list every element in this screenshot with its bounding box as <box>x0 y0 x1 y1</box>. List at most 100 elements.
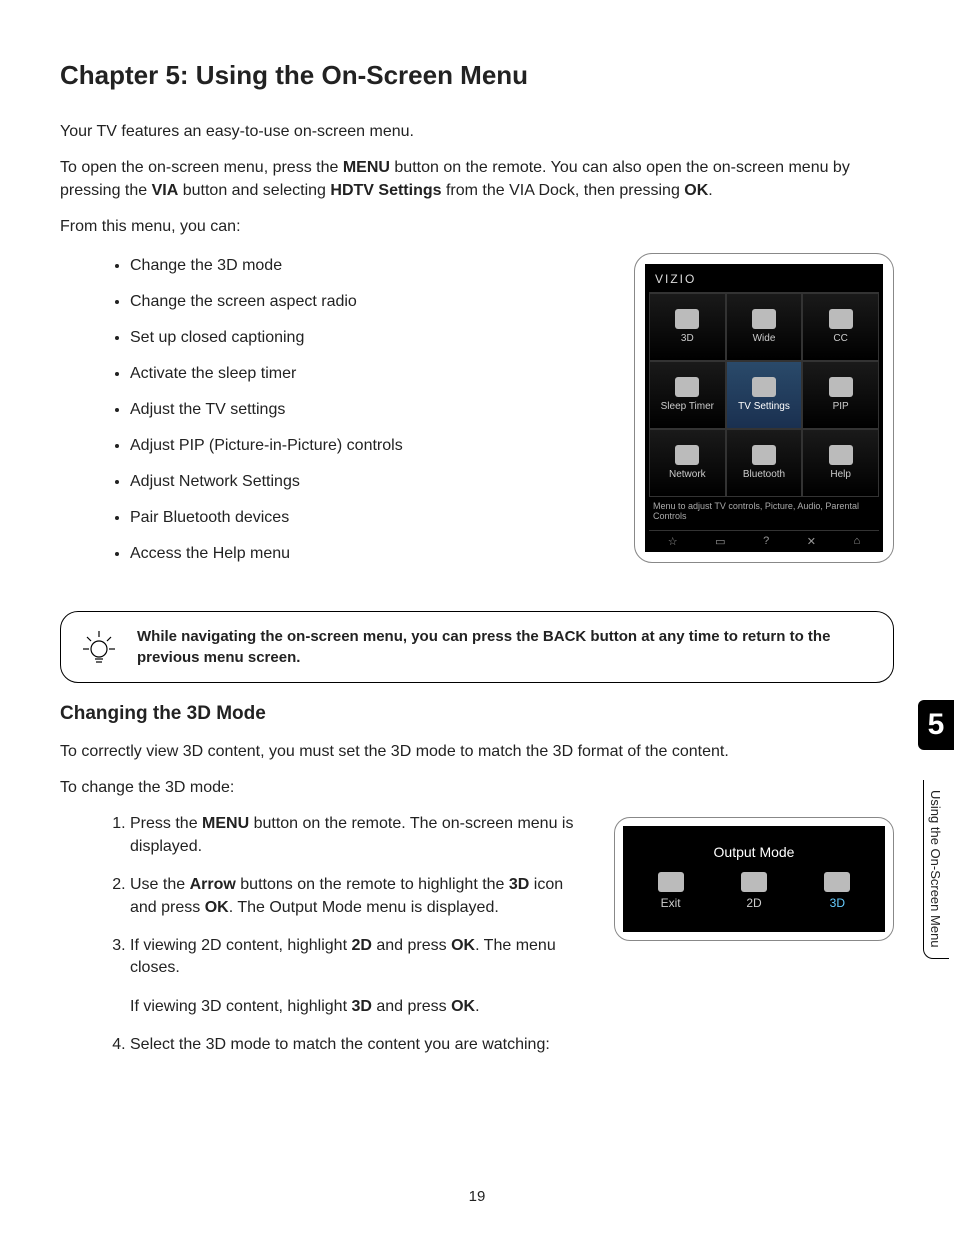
cell-label: 3D <box>681 333 694 344</box>
bold-ok: OK <box>451 937 475 954</box>
step-4: Select the 3D mode to match the content … <box>130 1034 594 1056</box>
text-run: . The Output Mode menu is displayed. <box>229 899 499 916</box>
text-run: . <box>708 182 712 199</box>
list-item: Set up closed captioning <box>130 329 614 347</box>
bold-ok: OK <box>451 998 475 1015</box>
list-item: Adjust Network Settings <box>130 473 614 491</box>
section-3d-p2: To change the 3D mode: <box>60 777 894 799</box>
bold-menu: MENU <box>202 815 249 832</box>
tip-text: While navigating the on-screen menu, you… <box>137 626 875 668</box>
page-number: 19 <box>0 1188 954 1205</box>
menu-cell-tv-settings: TV Settings <box>726 361 803 429</box>
exit-icon <box>658 872 684 892</box>
list-item: Change the 3D mode <box>130 257 614 275</box>
menu-cell-network: Network <box>649 429 726 497</box>
list-item: Change the screen aspect radio <box>130 293 614 311</box>
cell-label: 3D <box>830 896 845 910</box>
cc-icon <box>829 309 853 329</box>
star-icon: ☆ <box>668 535 678 548</box>
cell-label: TV Settings <box>738 401 790 412</box>
close-icon: ✕ <box>807 535 816 548</box>
list-item: Access the Help menu <box>130 545 614 563</box>
cube-icon <box>675 309 699 329</box>
text-run: To open the on-screen menu, press the <box>60 159 343 176</box>
menu-cell-help: Help <box>802 429 879 497</box>
cell-label: CC <box>833 333 847 344</box>
clock-icon <box>675 377 699 397</box>
rect-icon: ▭ <box>715 535 725 548</box>
pip-icon <box>829 377 853 397</box>
bold-arrow: Arrow <box>190 876 236 893</box>
output-cell-2d: 2D <box>741 872 767 910</box>
menu-cell-3d: 3D <box>649 293 726 361</box>
bold-ok: OK <box>205 899 229 916</box>
output-mode-title: Output Mode <box>629 844 879 860</box>
list-item: Adjust the TV settings <box>130 401 614 419</box>
cube-icon <box>824 872 850 892</box>
home-icon: ⌂ <box>854 535 861 548</box>
vizio-menu-screenshot: VIZIO 3D Wide CC Sleep Timer TV Settings… <box>634 253 894 564</box>
cell-label: Bluetooth <box>743 469 785 480</box>
lightbulb-icon <box>79 627 119 667</box>
text-run: If viewing 2D content, highlight <box>130 937 351 954</box>
help-icon: ? <box>763 535 769 548</box>
menu-cell-wide: Wide <box>726 293 803 361</box>
menu-cell-cc: CC <box>802 293 879 361</box>
question-icon <box>829 445 853 465</box>
bluetooth-icon <box>752 445 776 465</box>
menu-cell-sleep-timer: Sleep Timer <box>649 361 726 429</box>
text-run: and press <box>372 937 451 954</box>
vizio-footer-icons: ☆ ▭ ? ✕ ⌂ <box>649 530 879 548</box>
output-cell-exit: Exit <box>658 872 684 910</box>
tv-icon <box>752 377 776 397</box>
chapter-title: Chapter 5: Using the On-Screen Menu <box>60 60 894 91</box>
list-item: Adjust PIP (Picture-in-Picture) controls <box>130 437 614 455</box>
cell-label: Sleep Timer <box>661 401 714 412</box>
output-cell-3d: 3D <box>824 872 850 910</box>
output-mode-screenshot: Output Mode Exit 2D 3D <box>614 817 894 941</box>
section-heading-3d-mode: Changing the 3D Mode <box>60 703 894 725</box>
side-tab: 5 Using the On-Screen Menu <box>918 700 954 959</box>
text-run: Use the <box>130 876 190 893</box>
intro-paragraph-3: From this menu, you can: <box>60 216 894 238</box>
text-run: If viewing 3D content, highlight <box>130 998 351 1015</box>
bold-menu: MENU <box>343 159 390 176</box>
bold-3d: 3D <box>351 998 371 1015</box>
screen-icon <box>752 309 776 329</box>
text-run: . <box>475 998 479 1015</box>
section-3d-p1: To correctly view 3D content, you must s… <box>60 741 894 763</box>
list-item: Pair Bluetooth devices <box>130 509 614 527</box>
text-run: from the VIA Dock, then pressing <box>442 182 685 199</box>
menu-cell-bluetooth: Bluetooth <box>726 429 803 497</box>
cell-label: Wide <box>753 333 776 344</box>
text-run: buttons on the remote to highlight the <box>236 876 509 893</box>
intro-paragraph-2: To open the on-screen menu, press the ME… <box>60 157 894 202</box>
list-item: Activate the sleep timer <box>130 365 614 383</box>
bold-via: VIA <box>152 182 179 199</box>
text-run: Press the <box>130 815 202 832</box>
feature-bullet-list: Change the 3D mode Change the screen asp… <box>60 257 614 563</box>
cell-label: 2D <box>746 896 761 910</box>
chapter-number-tab: 5 <box>918 700 954 750</box>
intro-paragraph-1: Your TV features an easy-to-use on-scree… <box>60 121 894 143</box>
bold-ok: OK <box>684 182 708 199</box>
cell-label: Help <box>830 469 851 480</box>
step-3-sub: If viewing 3D content, highlight 3D and … <box>130 996 588 1018</box>
chapter-label-tab: Using the On-Screen Menu <box>923 780 949 959</box>
cell-label: Network <box>669 469 706 480</box>
vizio-logo: VIZIO <box>649 270 879 293</box>
menu-cell-pip: PIP <box>802 361 879 429</box>
vizio-caption: Menu to adjust TV controls, Picture, Aud… <box>649 497 879 531</box>
step-3: If viewing 2D content, highlight 2D and … <box>130 935 594 1018</box>
bold-3d: 3D <box>509 876 529 893</box>
cell-label: PIP <box>833 401 849 412</box>
steps-list: Press the MENU button on the remote. The… <box>60 813 594 1056</box>
text-run: button and selecting <box>178 182 330 199</box>
bold-2d: 2D <box>351 937 371 954</box>
tip-callout: While navigating the on-screen menu, you… <box>60 611 894 683</box>
square-icon <box>741 872 767 892</box>
step-2: Use the Arrow buttons on the remote to h… <box>130 874 594 919</box>
cell-label: Exit <box>661 896 681 910</box>
bold-hdtv-settings: HDTV Settings <box>330 182 441 199</box>
step-1: Press the MENU button on the remote. The… <box>130 813 594 858</box>
